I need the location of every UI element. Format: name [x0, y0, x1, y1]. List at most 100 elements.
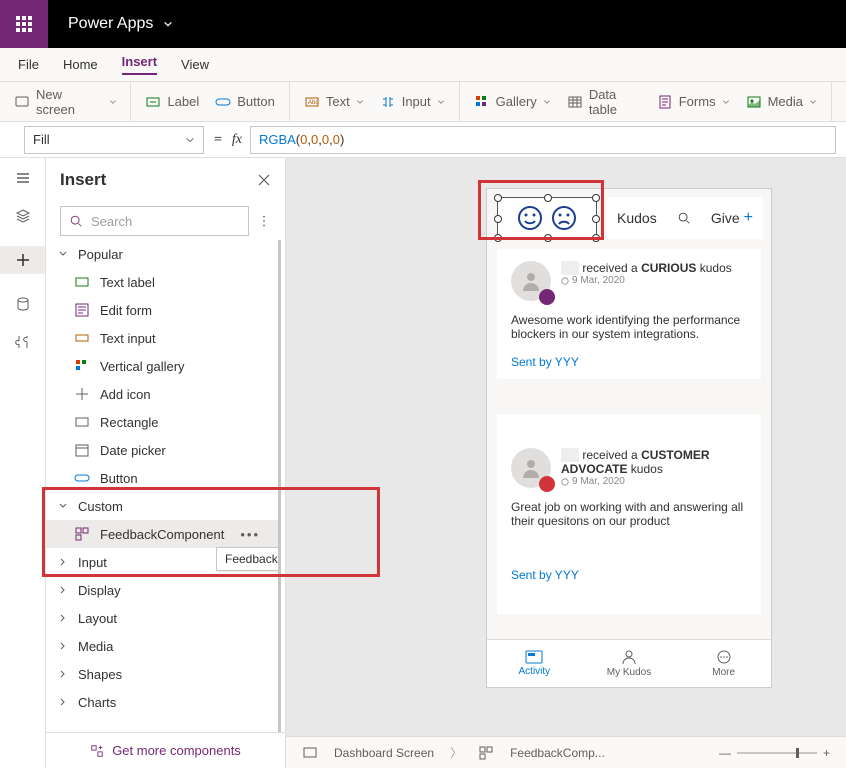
- plus-icon: +: [744, 209, 753, 227]
- button-icon: [215, 94, 231, 110]
- item-more-icon[interactable]: •••: [240, 527, 266, 542]
- menu-view[interactable]: View: [181, 57, 209, 72]
- canvas-footer: Dashboard Screen 〉 FeedbackComp... — +: [286, 736, 846, 768]
- give-button[interactable]: Give+: [711, 209, 753, 227]
- app-title-text: Power Apps: [68, 15, 153, 33]
- chevron-down-icon: [437, 98, 445, 106]
- zoom-out[interactable]: —: [719, 746, 731, 760]
- screen-icon: [302, 745, 318, 761]
- gallery-dropdown[interactable]: Gallery: [474, 94, 551, 110]
- screen-icon: [14, 94, 30, 110]
- panel-body: Popular Text label Edit form Text input …: [46, 240, 281, 732]
- menu-file[interactable]: File: [18, 57, 39, 72]
- main-area: Insert Search Popular Text label Edit fo…: [0, 158, 846, 768]
- svg-text:Abc: Abc: [308, 100, 318, 106]
- forms-icon: [657, 94, 673, 110]
- ribbon-toolbar: New screen Label Button Abc Text Input G…: [0, 82, 846, 122]
- item-add-icon[interactable]: Add icon: [46, 380, 278, 408]
- chevron-down-icon: [163, 19, 173, 29]
- chevron-right-icon: [58, 641, 68, 651]
- search-icon: [69, 214, 83, 228]
- clock-icon: [561, 478, 569, 486]
- new-screen-button[interactable]: New screen: [14, 87, 116, 117]
- bottom-nav: Activity My Kudos More: [487, 639, 771, 687]
- data-icon[interactable]: [15, 296, 31, 312]
- close-icon[interactable]: [257, 173, 271, 187]
- canvas[interactable]: Kudos Give+ xxx received a CURIOUS kudos…: [286, 158, 846, 768]
- search-icon[interactable]: [677, 211, 691, 225]
- badge-icon: [539, 289, 555, 305]
- label-button[interactable]: Label: [145, 94, 199, 110]
- layers-icon[interactable]: [15, 208, 31, 224]
- chevron-down-icon: [809, 98, 817, 106]
- panel-title: Insert: [60, 170, 106, 190]
- rectangle-icon: [74, 414, 90, 430]
- formula-input[interactable]: RGBA(0, 0, 0, 0): [250, 126, 836, 154]
- category-media[interactable]: Media: [46, 632, 278, 660]
- item-text-input[interactable]: Text input: [46, 324, 278, 352]
- left-rail: [0, 158, 46, 768]
- category-shapes[interactable]: Shapes: [46, 660, 278, 688]
- nav-mykudos[interactable]: My Kudos: [582, 640, 677, 687]
- nav-more[interactable]: More: [676, 640, 771, 687]
- breadcrumb-screen[interactable]: Dashboard Screen: [334, 746, 434, 760]
- chevron-down-icon: [109, 98, 117, 106]
- item-rectangle[interactable]: Rectangle: [46, 408, 278, 436]
- input-dropdown[interactable]: Input: [380, 94, 445, 110]
- item-date-picker[interactable]: Date picker: [46, 436, 278, 464]
- search-input[interactable]: Search: [60, 206, 249, 236]
- tools-icon[interactable]: [15, 334, 31, 350]
- chevron-right-icon: [58, 669, 68, 679]
- plus-icon: [74, 386, 90, 402]
- menu-insert[interactable]: Insert: [122, 54, 157, 75]
- title-bar: Power Apps: [0, 0, 846, 48]
- form-icon: [74, 302, 90, 318]
- forms-dropdown[interactable]: Forms: [657, 94, 730, 110]
- label-icon: [145, 94, 161, 110]
- kudos-header: Kudos Give+: [607, 197, 763, 239]
- category-display[interactable]: Display: [46, 576, 278, 604]
- category-custom[interactable]: Custom: [46, 492, 278, 520]
- button-button[interactable]: Button: [215, 94, 275, 110]
- chevron-right-icon: [58, 585, 68, 595]
- waffle-button[interactable]: [0, 0, 48, 48]
- button-icon: [74, 470, 90, 486]
- gallery-icon: [74, 358, 90, 374]
- zoom-slider[interactable]: [737, 752, 817, 754]
- smile-icon: [517, 205, 543, 231]
- data-table-button[interactable]: Data table: [567, 87, 641, 117]
- category-popular[interactable]: Popular: [46, 240, 278, 268]
- input-icon: [380, 94, 396, 110]
- menu-home[interactable]: Home: [63, 57, 98, 72]
- more-icon[interactable]: [257, 214, 271, 228]
- tree-view-icon[interactable]: [15, 170, 31, 186]
- item-vertical-gallery[interactable]: Vertical gallery: [46, 352, 278, 380]
- chevron-right-icon: [58, 557, 68, 567]
- app-title[interactable]: Power Apps: [48, 15, 173, 33]
- category-charts[interactable]: Charts: [46, 688, 278, 716]
- menu-bar: File Home Insert View: [0, 48, 846, 82]
- property-selector[interactable]: Fill: [24, 126, 204, 154]
- category-layout[interactable]: Layout: [46, 604, 278, 632]
- selected-component[interactable]: [497, 197, 597, 239]
- chevron-down-icon: [58, 501, 68, 511]
- insert-panel: Insert Search Popular Text label Edit fo…: [46, 158, 286, 768]
- item-feedback-component[interactable]: FeedbackComponent•••: [46, 520, 278, 548]
- nav-activity[interactable]: Activity: [487, 640, 582, 687]
- item-edit-form[interactable]: Edit form: [46, 296, 278, 324]
- insert-tab[interactable]: [0, 246, 45, 274]
- activity-icon: [525, 650, 543, 664]
- frown-icon: [551, 205, 577, 231]
- text-dropdown[interactable]: Abc Text: [304, 94, 364, 110]
- fx-icon[interactable]: fx: [232, 132, 250, 148]
- more-icon: [716, 649, 732, 665]
- equals-label: =: [204, 132, 232, 147]
- zoom-in[interactable]: +: [823, 746, 830, 760]
- item-text-label[interactable]: Text label: [46, 268, 278, 296]
- media-icon: [746, 94, 762, 110]
- chevron-down-icon: [185, 135, 195, 145]
- item-button[interactable]: Button: [46, 464, 278, 492]
- get-more-components[interactable]: Get more components: [46, 732, 285, 768]
- breadcrumb-component[interactable]: FeedbackComp...: [510, 746, 605, 760]
- media-dropdown[interactable]: Media: [746, 94, 817, 110]
